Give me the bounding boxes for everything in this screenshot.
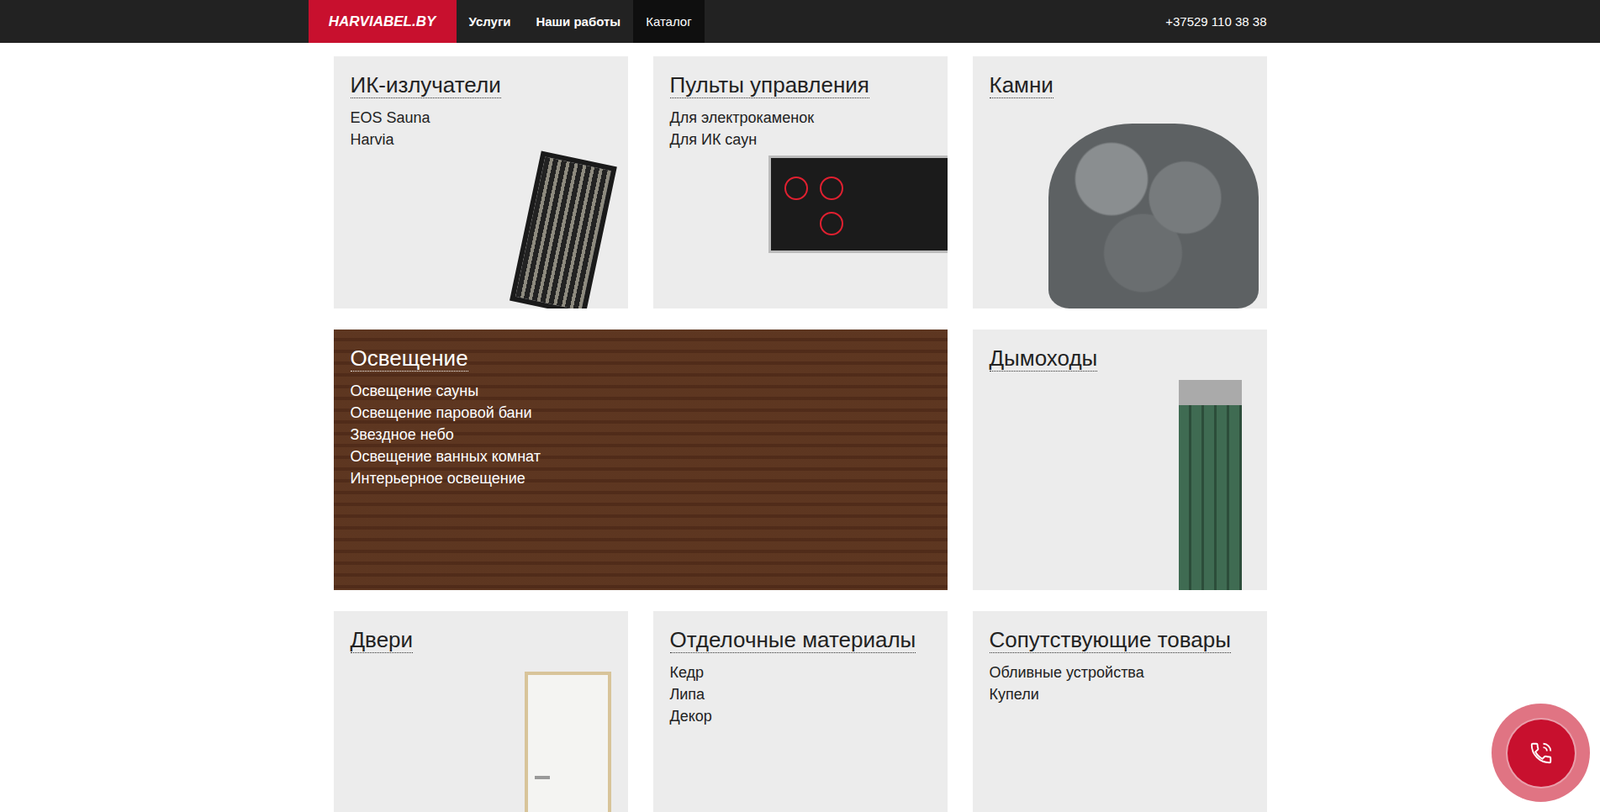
card-title[interactable]: Дымоходы (989, 345, 1099, 372)
card-link[interactable]: Декор (670, 705, 931, 728)
catalog-card[interactable]: Двери (333, 611, 629, 812)
card-link[interactable]: Harvia (350, 128, 612, 151)
product-picture (1048, 123, 1259, 309)
phone-link[interactable]: +37529 110 38 38 (1165, 0, 1267, 43)
card-link[interactable]: Липа (670, 683, 931, 706)
card-link[interactable]: Купели (989, 683, 1251, 706)
card-link[interactable]: Для электрокаменок (670, 106, 931, 129)
card-text: ИК-излучатели EOS SaunaHarvia (350, 71, 612, 151)
product-picture (524, 671, 612, 812)
card-text: Сопутствующие товары Обливные устройстваК… (989, 626, 1251, 706)
card-text: Камни (989, 71, 1251, 107)
card-title[interactable]: Освещение (350, 345, 469, 372)
card-text: Пульты управления Для электрокаменокДля И… (670, 71, 931, 151)
nav-item[interactable]: Каталог (633, 0, 705, 43)
phone-icon (1528, 740, 1554, 766)
logo[interactable]: HARVIABEL.BY (308, 0, 457, 43)
card-text: Отделочные материалы КедрЛипаДекор (670, 626, 931, 728)
catalog-card[interactable]: Освещение Освещение сауныОсвещение парово… (333, 329, 948, 591)
nav-item[interactable]: Наши работы (522, 0, 634, 43)
card-link[interactable]: Интерьерное освещение (350, 467, 931, 490)
card-link[interactable]: Для ИК саун (670, 128, 931, 151)
call-button[interactable] (1491, 703, 1590, 803)
card-text: Двери (350, 626, 612, 662)
card-title[interactable]: ИК-излучатели (350, 72, 502, 99)
catalog-card[interactable]: Камни (972, 56, 1268, 309)
nav-item[interactable]: Услуги (456, 0, 524, 43)
card-link[interactable]: EOS Sauna (350, 106, 612, 129)
card-link[interactable]: Кедр (670, 661, 931, 684)
card-link[interactable]: Обливные устройства (989, 661, 1251, 684)
card-text: Освещение Освещение сауныОсвещение парово… (350, 344, 931, 490)
card-text: Дымоходы (989, 344, 1251, 381)
product-picture (509, 150, 618, 309)
catalog-card[interactable]: Сопутствующие товары Обливные устройстваК… (972, 611, 1268, 812)
card-title[interactable]: Камни (989, 72, 1054, 99)
card-title[interactable]: Сопутствующие товары (989, 627, 1231, 654)
card-link[interactable]: Освещение сауны (350, 380, 931, 402)
catalog-grid: ИК-излучатели EOS SaunaHarvia Пульты управ… (333, 56, 1268, 812)
card-link[interactable]: Звездное небо (350, 423, 931, 446)
card-link[interactable]: Освещение ванных комнат (350, 445, 931, 468)
catalog-card[interactable]: Отделочные материалы КедрЛипаДекор (653, 611, 948, 812)
catalog-card[interactable]: ИК-излучатели EOS SaunaHarvia (333, 56, 629, 309)
catalog-card[interactable]: Дымоходы (972, 329, 1268, 591)
product-picture (1178, 380, 1242, 591)
card-title[interactable]: Пульты управления (670, 72, 870, 99)
page: HARVIABEL.BYУслугиНаши работыКаталог +375… (0, 0, 1600, 812)
top-bar: HARVIABEL.BYУслугиНаши работыКаталог +375… (0, 0, 1600, 43)
catalog-card[interactable]: Пульты управления Для электрокаменокДля И… (653, 56, 948, 309)
card-title[interactable]: Двери (350, 627, 414, 654)
card-title[interactable]: Отделочные материалы (670, 627, 917, 654)
card-link[interactable]: Освещение паровой бани (350, 401, 931, 424)
main-nav: УслугиНаши работыКаталог (456, 0, 705, 43)
product-picture (768, 155, 948, 254)
